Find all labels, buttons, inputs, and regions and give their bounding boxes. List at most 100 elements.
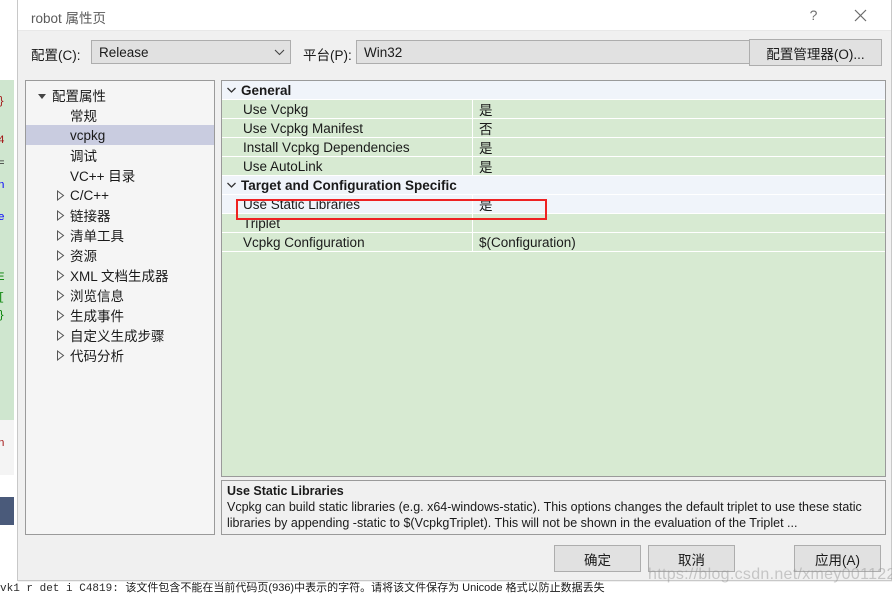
dialog-footer: 确定 取消 应用(A) xyxy=(18,538,892,580)
property-row[interactable]: Triplet xyxy=(222,213,885,233)
property-row[interactable]: Use Vcpkg 是 xyxy=(222,99,885,119)
dialog-title: robot 属性页 xyxy=(31,11,107,26)
tree-item-label: vcpkg xyxy=(70,127,106,143)
chevron-down-icon xyxy=(268,48,290,56)
tree-item-label: 资源 xyxy=(70,249,97,264)
configuration-select[interactable]: Release xyxy=(91,40,291,64)
background-code-line: 4 xyxy=(0,135,5,147)
apply-button[interactable]: 应用(A) xyxy=(794,545,881,572)
tree-item-5[interactable]: C/C++ xyxy=(26,185,214,205)
property-category-label: Target and Configuration Specific xyxy=(241,177,457,193)
configuration-bar: 配置(C): Release 平台(P): Win32 配置管理器(O)... xyxy=(18,31,891,76)
property-row[interactable]: Use Vcpkg Manifest 否 xyxy=(222,118,885,138)
property-tree: 配置属性常规 vcpkg 调试 VC++ 目录 C/C++ 链接器清单工具资源 XML 文档… xyxy=(26,81,214,365)
tree-item-9[interactable]: XML 文档生成器 xyxy=(26,265,214,285)
tree-item-1[interactable]: 常规 xyxy=(26,105,214,125)
tree-item-label: VC++ 目录 xyxy=(70,169,136,184)
background-status-row: vk1 r det i C4819: 该文件包含不能在当前代码页(936)中表示… xyxy=(0,582,892,595)
background-status-cjk: 该文件包含不能在当前代码页(936)中表示的字符。请将该文件保存为 Unicod… xyxy=(125,582,605,594)
tree-item-7[interactable]: 清单工具 xyxy=(26,225,214,245)
triangle-right-icon[interactable] xyxy=(52,249,68,261)
property-value[interactable]: $(Configuration) xyxy=(473,235,885,250)
background-code-strip xyxy=(0,80,14,420)
tree-item-13[interactable]: 代码分析 xyxy=(26,345,214,365)
tree-item-label: 代码分析 xyxy=(70,349,124,364)
dialog-titlebar: robot 属性页 ? xyxy=(18,0,891,31)
tree-item-10[interactable]: 浏览信息 xyxy=(26,285,214,305)
chevron-down-icon[interactable] xyxy=(222,86,241,94)
property-value[interactable]: 是 xyxy=(473,194,885,214)
property-row[interactable]: Use AutoLink 是 xyxy=(222,156,885,176)
property-category-label: General xyxy=(241,82,292,98)
background-code-line: [ xyxy=(0,292,14,305)
property-name: Use Vcpkg xyxy=(243,101,309,117)
description-title: Use Static Libraries xyxy=(227,484,344,498)
background-band-selected xyxy=(0,497,14,525)
tree-item-3[interactable]: 调试 xyxy=(26,145,214,165)
tree-item-2[interactable]: vcpkg xyxy=(26,125,214,145)
property-name: Vcpkg Configuration xyxy=(243,234,365,250)
triangle-right-icon[interactable] xyxy=(52,349,68,361)
triangle-right-icon[interactable] xyxy=(52,189,68,201)
platform-value: Win32 xyxy=(364,44,403,60)
configuration-manager-button[interactable]: 配置管理器(O)... xyxy=(749,39,882,66)
chevron-down-icon[interactable] xyxy=(222,181,241,189)
property-row[interactable]: Install Vcpkg Dependencies 是 xyxy=(222,137,885,157)
background-code-line: e xyxy=(0,212,5,224)
property-row[interactable]: Use Static Libraries 是 xyxy=(222,194,885,214)
tree-item-label: 自定义生成步骤 xyxy=(70,329,165,344)
property-row[interactable]: Vcpkg Configuration $(Configuration) xyxy=(222,232,885,252)
property-pages-dialog: robot 属性页 ? 配置(C): Release 平台(P): Win32 … xyxy=(17,0,892,581)
triangle-right-icon[interactable] xyxy=(52,329,68,341)
triangle-down-icon[interactable] xyxy=(34,93,50,99)
close-icon[interactable] xyxy=(838,0,883,30)
property-grid[interactable]: General Use Vcpkg 是 Use Vcpkg Manifest 否 Inst… xyxy=(221,80,886,477)
triangle-right-icon[interactable] xyxy=(52,209,68,221)
triangle-right-icon[interactable] xyxy=(52,229,68,241)
tree-item-12[interactable]: 自定义生成步骤 xyxy=(26,325,214,345)
property-name: Use AutoLink xyxy=(243,158,323,174)
tree-item-8[interactable]: 资源 xyxy=(26,245,214,265)
property-value[interactable]: 是 xyxy=(473,137,885,157)
tree-item-label: 清单工具 xyxy=(70,229,124,244)
platform-select[interactable]: Win32 xyxy=(356,40,771,64)
ok-button[interactable]: 确定 xyxy=(554,545,641,572)
triangle-right-icon[interactable] xyxy=(52,289,68,301)
tree-item-label: XML 文档生成器 xyxy=(70,269,169,284)
property-value[interactable]: 否 xyxy=(473,118,885,138)
tree-item-6[interactable]: 链接器 xyxy=(26,205,214,225)
description-panel: Use Static Libraries Vcpkg can build sta… xyxy=(221,480,886,535)
tree-item-label: 调试 xyxy=(70,149,97,164)
property-value[interactable]: 是 xyxy=(473,99,885,119)
tree-item-4[interactable]: VC++ 目录 xyxy=(26,165,214,185)
background-band-white xyxy=(0,525,14,582)
property-value[interactable]: 是 xyxy=(473,156,885,176)
tree-item-label: 生成事件 xyxy=(70,309,124,324)
configuration-label: 配置(C): xyxy=(31,48,81,63)
help-glyph: ? xyxy=(809,7,818,23)
tree-item-label: 链接器 xyxy=(70,209,111,224)
dialog-body: 配置属性常规 vcpkg 调试 VC++ 目录 C/C++ 链接器清单工具资源 XML 文档… xyxy=(18,76,892,539)
screen: } 4 = n e E [} n vk1 r det i C4819: 该文件包含不能在当前代… xyxy=(0,0,892,595)
property-name: Use Vcpkg Manifest xyxy=(243,120,364,136)
tree-item-label: 浏览信息 xyxy=(70,289,124,304)
triangle-right-icon[interactable] xyxy=(52,269,68,281)
tree-item-label: 常规 xyxy=(70,109,97,124)
help-icon[interactable]: ? xyxy=(791,0,836,30)
property-category-row[interactable]: General xyxy=(222,81,885,100)
description-text: Vcpkg can build static libraries (e.g. x… xyxy=(227,500,866,530)
triangle-right-icon[interactable] xyxy=(52,309,68,321)
background-code-line: E xyxy=(0,272,5,284)
property-name: Use Static Libraries xyxy=(243,196,361,212)
tree-item-11[interactable]: 生成事件 xyxy=(26,305,214,325)
property-tree-panel[interactable]: 配置属性常规 vcpkg 调试 VC++ 目录 C/C++ 链接器清单工具资源 XML 文档… xyxy=(25,80,215,535)
background-code-line: n xyxy=(0,438,5,450)
cancel-button[interactable]: 取消 xyxy=(648,545,735,572)
property-grid-rows: General Use Vcpkg 是 Use Vcpkg Manifest 否 Inst… xyxy=(222,81,885,252)
property-name: Install Vcpkg Dependencies xyxy=(243,139,410,155)
property-category-row[interactable]: Target and Configuration Specific xyxy=(222,176,885,195)
tree-item-0[interactable]: 配置属性 xyxy=(26,85,214,105)
platform-label: 平台(P): xyxy=(303,48,352,63)
background-status-mono: vk1 r det i C4819: xyxy=(0,583,126,595)
tree-item-label: C/C++ xyxy=(70,187,110,203)
